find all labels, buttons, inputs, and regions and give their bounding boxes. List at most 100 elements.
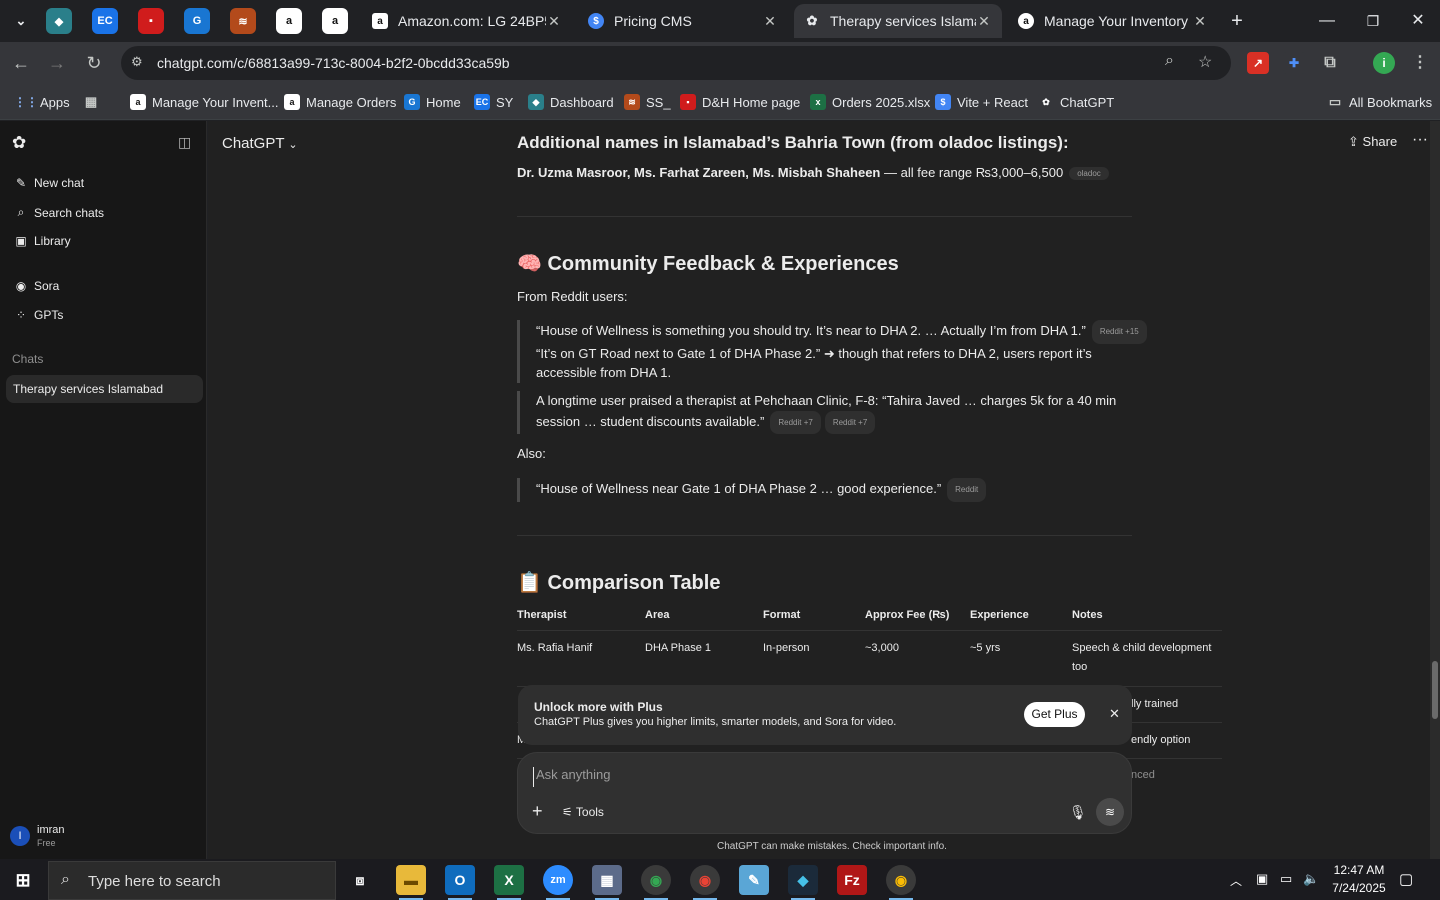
search-chats-button[interactable]: ⌕ Search chats [14,205,104,220]
attach-button[interactable]: + [532,801,543,822]
amazon-pinned-tab-2[interactable]: a [322,8,348,34]
vpn-app-icon[interactable]: ◆ [788,865,818,900]
chat-history-item[interactable]: Therapy services Islamabad [6,375,203,403]
chrome-beta-icon[interactable]: ◉ [886,865,916,900]
filezilla-icon[interactable]: Fz [837,865,867,895]
close-icon[interactable]: ✕ [1192,13,1208,30]
back-button[interactable]: ← [8,50,34,76]
get-plus-button[interactable]: Get Plus [1024,702,1085,727]
source-chip[interactable]: oladoc [1069,167,1109,181]
bookmark-star-icon[interactable]: ☆ [1198,52,1212,72]
chrome-profile-icon[interactable]: ◉ [690,865,720,900]
dollar-icon: $ [588,13,604,29]
close-icon[interactable]: ✕ [976,13,992,30]
bookmark-item[interactable]: G Home [404,92,461,112]
apps-bookmark[interactable]: ⋮⋮ Apps [14,92,70,112]
prompt-input[interactable]: Ask anything [533,767,1093,787]
zoom-icon[interactable]: ⌕ [1165,52,1174,70]
bookmark-item[interactable]: a Manage Your Invent... [130,92,278,112]
task-view-icon[interactable]: ⧈ [345,865,375,895]
clock-date[interactable]: 7/24/2025 [1329,881,1389,895]
close-sidebar-icon[interactable]: ◫ [178,134,191,151]
stack-pinned-tab[interactable]: ≋ [230,8,256,34]
bookmark-item[interactable]: ▪ D&H Home page [680,92,800,112]
chevron-up-icon[interactable]: ︿ [1230,872,1242,889]
docs-pinned-tab[interactable]: G [184,8,210,34]
amazon-pinned-tab-1[interactable]: a [276,8,302,34]
share-button[interactable]: ⇪ Share [1348,134,1397,150]
clock-time[interactable]: 12:47 AM [1329,863,1389,877]
source-chip[interactable]: Reddit [947,478,987,502]
excel-icon[interactable]: X [494,865,524,900]
generic-pinned-tab-1[interactable]: ◆ [46,8,72,34]
source-chip[interactable]: Reddit +7 [824,410,876,434]
bookmark-item[interactable]: x Orders 2025.xlsx [810,92,930,112]
chrome-icon[interactable]: ◉ [641,865,671,900]
close-icon[interactable]: ✕ [546,13,562,30]
sora-button[interactable]: ◉ Sora [14,279,60,293]
microphone-icon[interactable]: 🎙 [1069,804,1087,821]
scrollbar[interactable] [1430,121,1440,859]
bookmark-item[interactable]: a Manage Orders [284,92,396,112]
windows-start-icon[interactable]: ⊞ [8,865,38,895]
all-bookmarks[interactable]: ▭ All Bookmarks [1327,92,1432,112]
bookmark-item[interactable]: ◆ Dashboard [528,92,614,112]
tab-therapy-services[interactable]: ✿ Therapy services Islamabad ✕ [794,4,1002,38]
source-chip[interactable]: Reddit +15 [1091,320,1147,344]
outlook-icon[interactable]: O [445,865,475,900]
address-bar[interactable]: ⚙ chatgpt.com/c/68813a99-713c-8004-b2f2-… [121,46,1231,80]
bookmark-item[interactable]: $ Vite + React [935,92,1028,112]
gpts-button[interactable]: ⁘ GPTs [14,308,63,322]
notes-app-icon[interactable]: ✎ [739,865,769,895]
user-name[interactable]: imran [37,824,65,836]
calculator-icon[interactable]: ▦ [592,865,622,900]
tab-pricing-cms[interactable]: $ Pricing CMS ✕ [578,4,788,38]
forward-button[interactable]: → [44,50,70,76]
url-text[interactable]: chatgpt.com/c/68813a99-713c-8004-b2f2-0b… [157,55,510,71]
tab-search-icon[interactable]: ⌄ [8,8,34,34]
tab-amazon[interactable]: a Amazon.com: LG 24BP55Q ✕ [362,4,572,38]
site-info-icon[interactable]: ⚙ [131,54,143,70]
ec-pinned-tab[interactable]: EC [92,8,118,34]
window-close-button[interactable]: ✕ [1403,8,1433,34]
taskbar-search[interactable]: ⌕ Type here to search [48,861,336,900]
more-options-icon[interactable]: ··· [1412,131,1428,149]
user-avatar[interactable]: I [10,826,30,846]
bookmark-item[interactable]: ≋ SS_ [624,92,671,112]
network-alert-icon[interactable]: ▣ [1256,871,1268,887]
scrollbar-thumb[interactable] [1432,661,1438,719]
source-chip[interactable]: Reddit +7 [770,410,821,434]
table-header: Therapist [517,609,567,621]
new-chat-button[interactable]: ✎ New chat [14,176,84,190]
network-icon[interactable]: ▭ [1280,871,1292,887]
openai-logo-icon[interactable]: ✿ [12,133,26,153]
close-banner-icon[interactable]: ✕ [1109,706,1120,722]
model-selector[interactable]: ChatGPT ⌄ [222,135,298,152]
file-explorer-icon[interactable]: ▬ [396,865,426,900]
voice-mode-button[interactable]: ≋ [1096,798,1124,826]
bookmark-item[interactable]: ✿ ChatGPT [1038,92,1114,112]
extension-puzzle-blue-icon[interactable]: ✚ [1283,52,1305,74]
extension-red-icon[interactable]: ↗ [1247,52,1269,74]
tab-manage-inventory[interactable]: a Manage Your Inventory ✕ [1008,4,1218,38]
zoom-app-icon[interactable]: zm [543,865,573,900]
minimize-button[interactable]: — [1312,8,1342,34]
volume-icon[interactable]: 🔈 [1303,871,1319,887]
bookmark-favicon-icon: a [284,94,300,110]
paragraph: From Reddit users: [517,289,628,304]
profile-avatar[interactable]: i [1373,52,1395,74]
tab-groups-bookmark[interactable]: ▦ [83,92,105,112]
tools-button[interactable]: ⚟ Tools [562,805,604,819]
brain-emoji-icon: 🧠 [517,253,542,275]
search-icon: ⌕ [17,205,25,219]
close-icon[interactable]: ✕ [762,13,778,30]
extensions-icon[interactable]: ⧉ [1319,52,1341,74]
library-button[interactable]: ▣ Library [14,234,70,248]
restore-button[interactable]: ❐ [1358,8,1388,34]
more-menu-icon[interactable]: ⋮ [1409,52,1431,74]
new-tab-button[interactable]: + [1222,8,1252,34]
bookmark-item[interactable]: EC SY [474,92,513,112]
reload-button[interactable]: ↻ [81,50,107,76]
notifications-icon[interactable]: ▢ [1399,870,1413,888]
dh-pinned-tab[interactable]: ▪ [138,8,164,34]
